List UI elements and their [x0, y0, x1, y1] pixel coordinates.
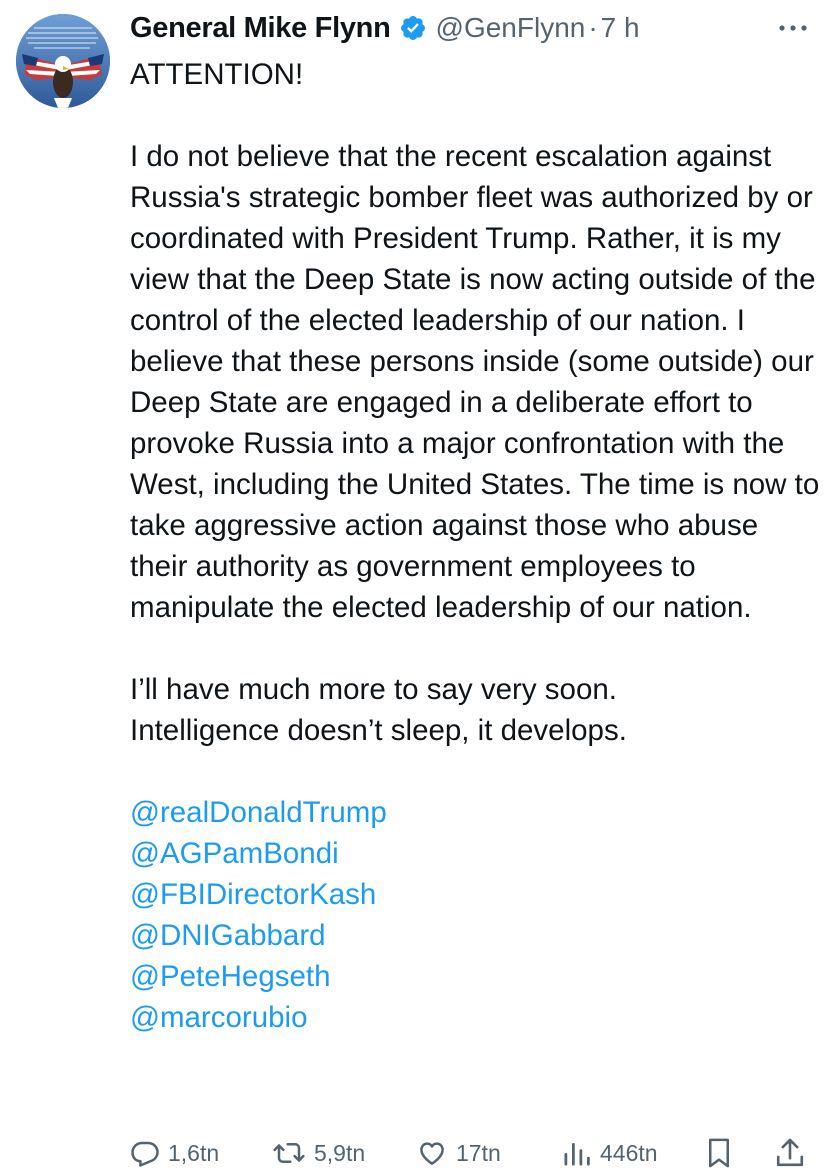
- reply-button[interactable]: 1,6tn: [130, 1133, 219, 1173]
- repost-icon: [272, 1138, 306, 1168]
- tweet-header: General Mike Flynn @GenFlynn · 7 h: [130, 8, 640, 48]
- avatar-eagle-image: [16, 14, 110, 108]
- tweet-paragraph-2-line-2: Intelligence doesn’t sleep, it develops.: [130, 714, 627, 747]
- header-separator: ·: [588, 12, 598, 43]
- avatar[interactable]: [16, 14, 110, 108]
- views-count: 446tn: [600, 1139, 658, 1166]
- tweet-text: ATTENTION! I do not believe that the rec…: [130, 54, 820, 1038]
- mention-link[interactable]: @PeteHegseth: [130, 956, 820, 997]
- tweet-paragraph-1: I do not believe that the recent escalat…: [130, 140, 820, 624]
- mention-link[interactable]: @realDonaldTrump: [130, 792, 820, 833]
- views-icon: [562, 1138, 592, 1168]
- author-name[interactable]: General Mike Flynn: [130, 12, 391, 45]
- like-button[interactable]: 17tn: [416, 1133, 501, 1173]
- mention-link[interactable]: @DNIGabbard: [130, 915, 820, 956]
- reply-icon: [130, 1138, 160, 1168]
- mention-link[interactable]: @AGPamBondi: [130, 833, 820, 874]
- views-button[interactable]: 446tn: [562, 1133, 658, 1173]
- mention-list: @realDonaldTrump @AGPamBondi @FBIDirecto…: [130, 792, 820, 1038]
- share-icon: [774, 1136, 806, 1170]
- like-count: 17tn: [456, 1139, 501, 1166]
- repost-count: 5,9tn: [314, 1139, 366, 1166]
- verified-badge-icon[interactable]: [399, 14, 427, 42]
- tweet-paragraph-2-line-1: I’ll have much more to say very soon.: [130, 673, 617, 706]
- author-handle[interactable]: @GenFlynn: [436, 12, 586, 44]
- bookmark-icon: [704, 1136, 734, 1170]
- share-button[interactable]: [774, 1133, 806, 1173]
- mention-link[interactable]: @FBIDirectorKash: [130, 874, 820, 915]
- tweet-timestamp[interactable]: 7 h: [601, 12, 640, 44]
- mention-link[interactable]: @marcorubio: [130, 997, 820, 1038]
- more-options-icon[interactable]: [776, 16, 810, 40]
- like-icon: [416, 1138, 448, 1168]
- reply-count: 1,6tn: [168, 1139, 220, 1166]
- tweet-headline: ATTENTION!: [130, 58, 304, 91]
- tweet-action-bar: 1,6tn 5,9tn 17tn 446tn: [0, 1133, 828, 1173]
- bookmark-button[interactable]: [704, 1133, 734, 1173]
- repost-button[interactable]: 5,9tn: [272, 1133, 365, 1173]
